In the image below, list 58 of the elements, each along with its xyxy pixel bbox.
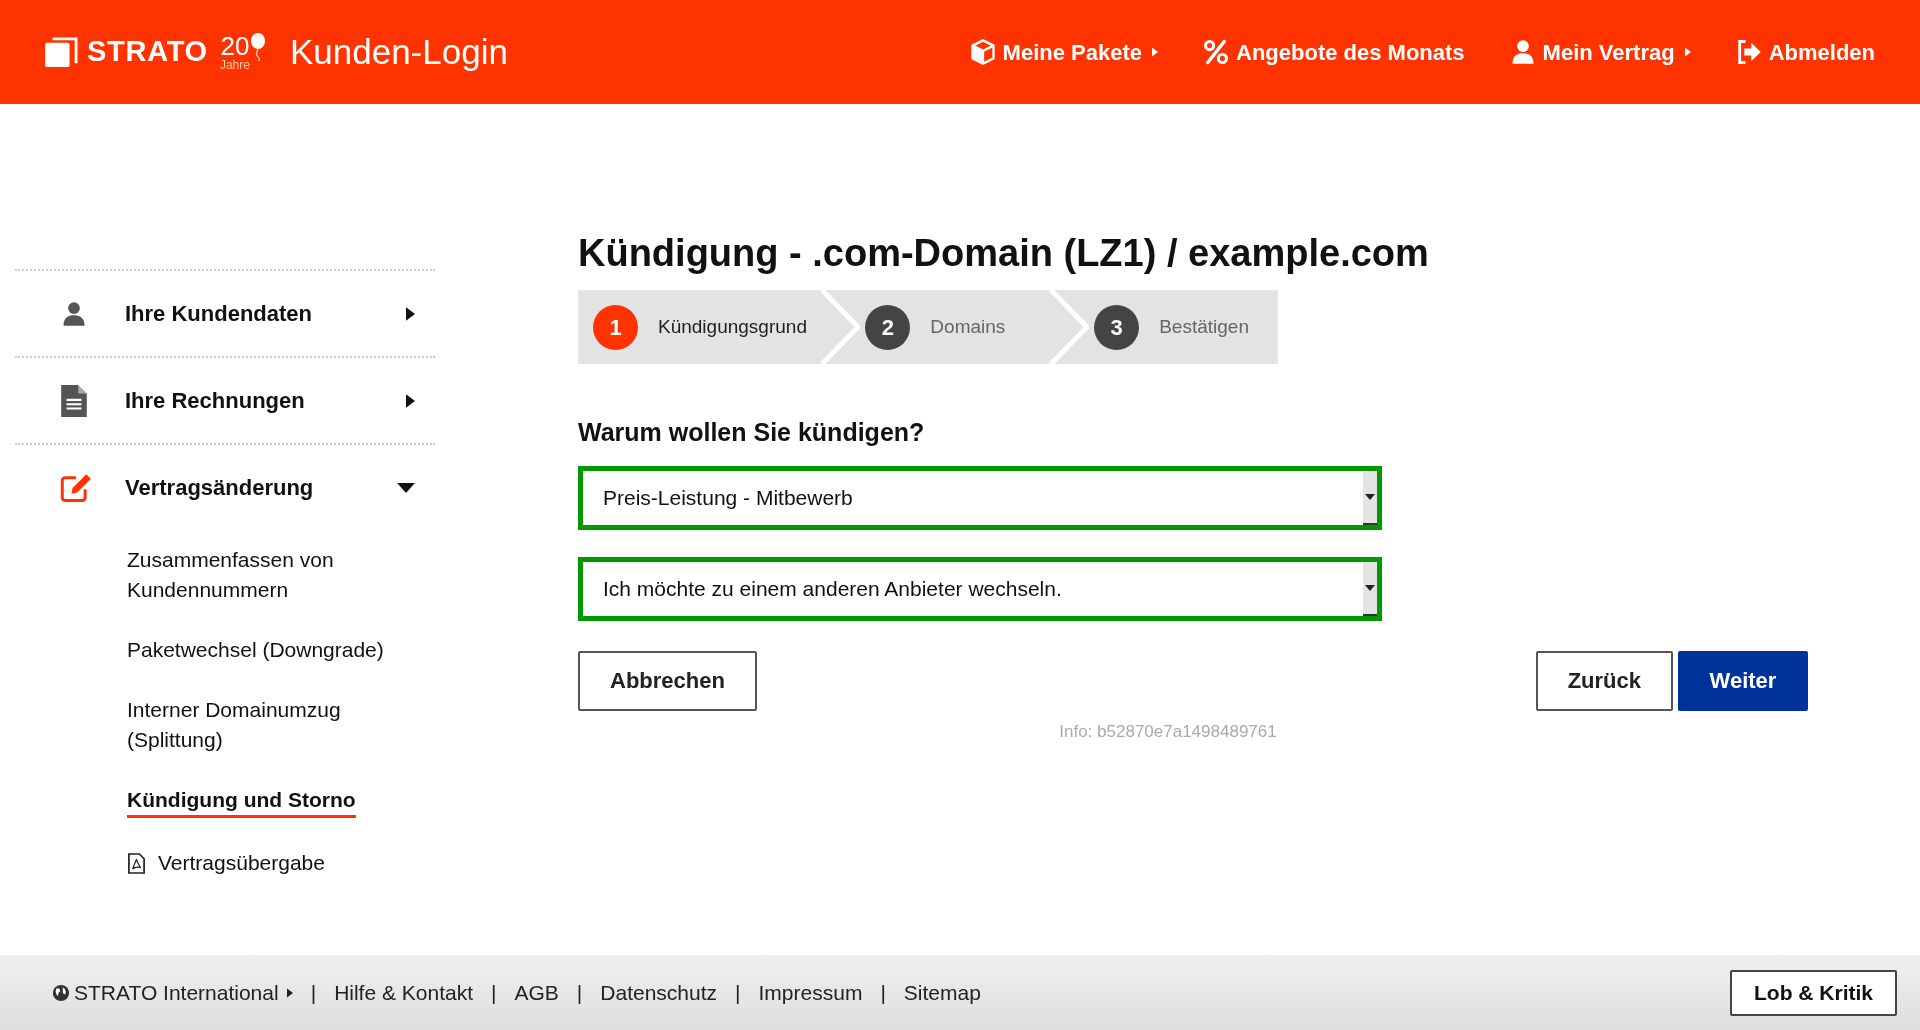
edit-icon bbox=[60, 471, 92, 504]
secondary-button[interactable]: Abbrechen bbox=[578, 650, 757, 711]
secondary-button[interactable]: Zurück bbox=[1535, 650, 1673, 711]
document-icon bbox=[60, 384, 88, 417]
caret-icon bbox=[1684, 47, 1691, 57]
step-label: Bestätigen bbox=[1159, 314, 1249, 339]
sidebar-item[interactable]: Ihre Kundendaten bbox=[15, 271, 435, 356]
submenu-link[interactable]: Kündigung und Storno bbox=[127, 785, 356, 818]
step-label: Domains bbox=[930, 314, 1006, 339]
separator-text: | bbox=[880, 979, 886, 1006]
cube-icon bbox=[968, 38, 997, 66]
caret-icon bbox=[286, 987, 293, 998]
separator-text: | bbox=[491, 979, 497, 1006]
info-text: Info: b52870e7a1498489761 bbox=[1058, 720, 1278, 743]
submenu-link[interactable]: Interner Domainumzug (Splittung) bbox=[127, 695, 417, 755]
separator-text: | bbox=[576, 979, 583, 1006]
caret-icon bbox=[397, 482, 415, 493]
logo-icon bbox=[45, 37, 79, 67]
submenu-link[interactable]: Vertragsübergabe bbox=[127, 848, 417, 878]
feedback-button[interactable]: Lob & Kritik bbox=[1730, 969, 1897, 1016]
anniversary-number: 20 bbox=[220, 33, 250, 59]
brand-name: STRATO bbox=[87, 34, 208, 70]
step-chevron-icon bbox=[1049, 290, 1090, 364]
step-chevron-icon bbox=[820, 290, 861, 364]
step-number: 2 bbox=[865, 304, 911, 350]
footer-link[interactable]: AGB bbox=[514, 976, 559, 1009]
balloon-icon bbox=[249, 33, 266, 61]
anniversary-label: Jahre bbox=[219, 59, 250, 71]
percent-icon bbox=[1202, 38, 1230, 66]
nav-link[interactable]: Angebote des Monats bbox=[1202, 35, 1465, 69]
footer-link[interactable]: Impressum bbox=[758, 976, 863, 1009]
nav-link[interactable]: Meine Pakete bbox=[968, 35, 1158, 69]
step-number: 1 bbox=[593, 304, 638, 350]
footer-link[interactable]: STRATO International bbox=[52, 976, 293, 1009]
nav-link[interactable]: Abmelden bbox=[1734, 35, 1875, 69]
caret-icon bbox=[1152, 47, 1158, 57]
dropdown-field[interactable]: Preis-Leistung - Mitbewerb bbox=[578, 465, 1382, 530]
primary-button[interactable]: Weiter bbox=[1678, 650, 1808, 711]
dropdown-field[interactable]: Ich möchte zu einem anderen Anbieter wechseln. bbox=[578, 556, 1382, 621]
footer-link[interactable]: Hilfe & Kontakt bbox=[334, 976, 474, 1009]
caret-icon bbox=[406, 392, 415, 409]
step-number: 3 bbox=[1094, 304, 1140, 350]
step-label: Kündigungsgrund bbox=[658, 314, 807, 339]
sidebar-item[interactable]: Ihre Rechnungen bbox=[15, 358, 435, 443]
footer-link[interactable]: Datenschutz bbox=[600, 976, 718, 1009]
submenu-link[interactable]: Paketwechsel (Downgrade) bbox=[127, 635, 417, 665]
page-title: Kunden-Login bbox=[289, 30, 508, 73]
question-heading: Warum wollen Sie kündigen? bbox=[578, 417, 926, 448]
footer-link[interactable]: Sitemap bbox=[903, 976, 981, 1009]
sidebar-item[interactable]: Vertragsänderung bbox=[15, 445, 435, 530]
globe-icon bbox=[52, 983, 70, 1002]
nav-link[interactable]: Mein Vertrag bbox=[1508, 35, 1691, 69]
submenu-link[interactable]: Zusammenfassen von Kundennummern bbox=[127, 545, 417, 605]
separator-text: | bbox=[310, 979, 317, 1006]
page-heading: Kündigung - .com-Domain (LZ1) / example.com bbox=[578, 231, 1430, 276]
caret-icon bbox=[406, 305, 415, 322]
pdf-file-icon bbox=[127, 852, 146, 874]
separator-text: | bbox=[735, 979, 741, 1006]
